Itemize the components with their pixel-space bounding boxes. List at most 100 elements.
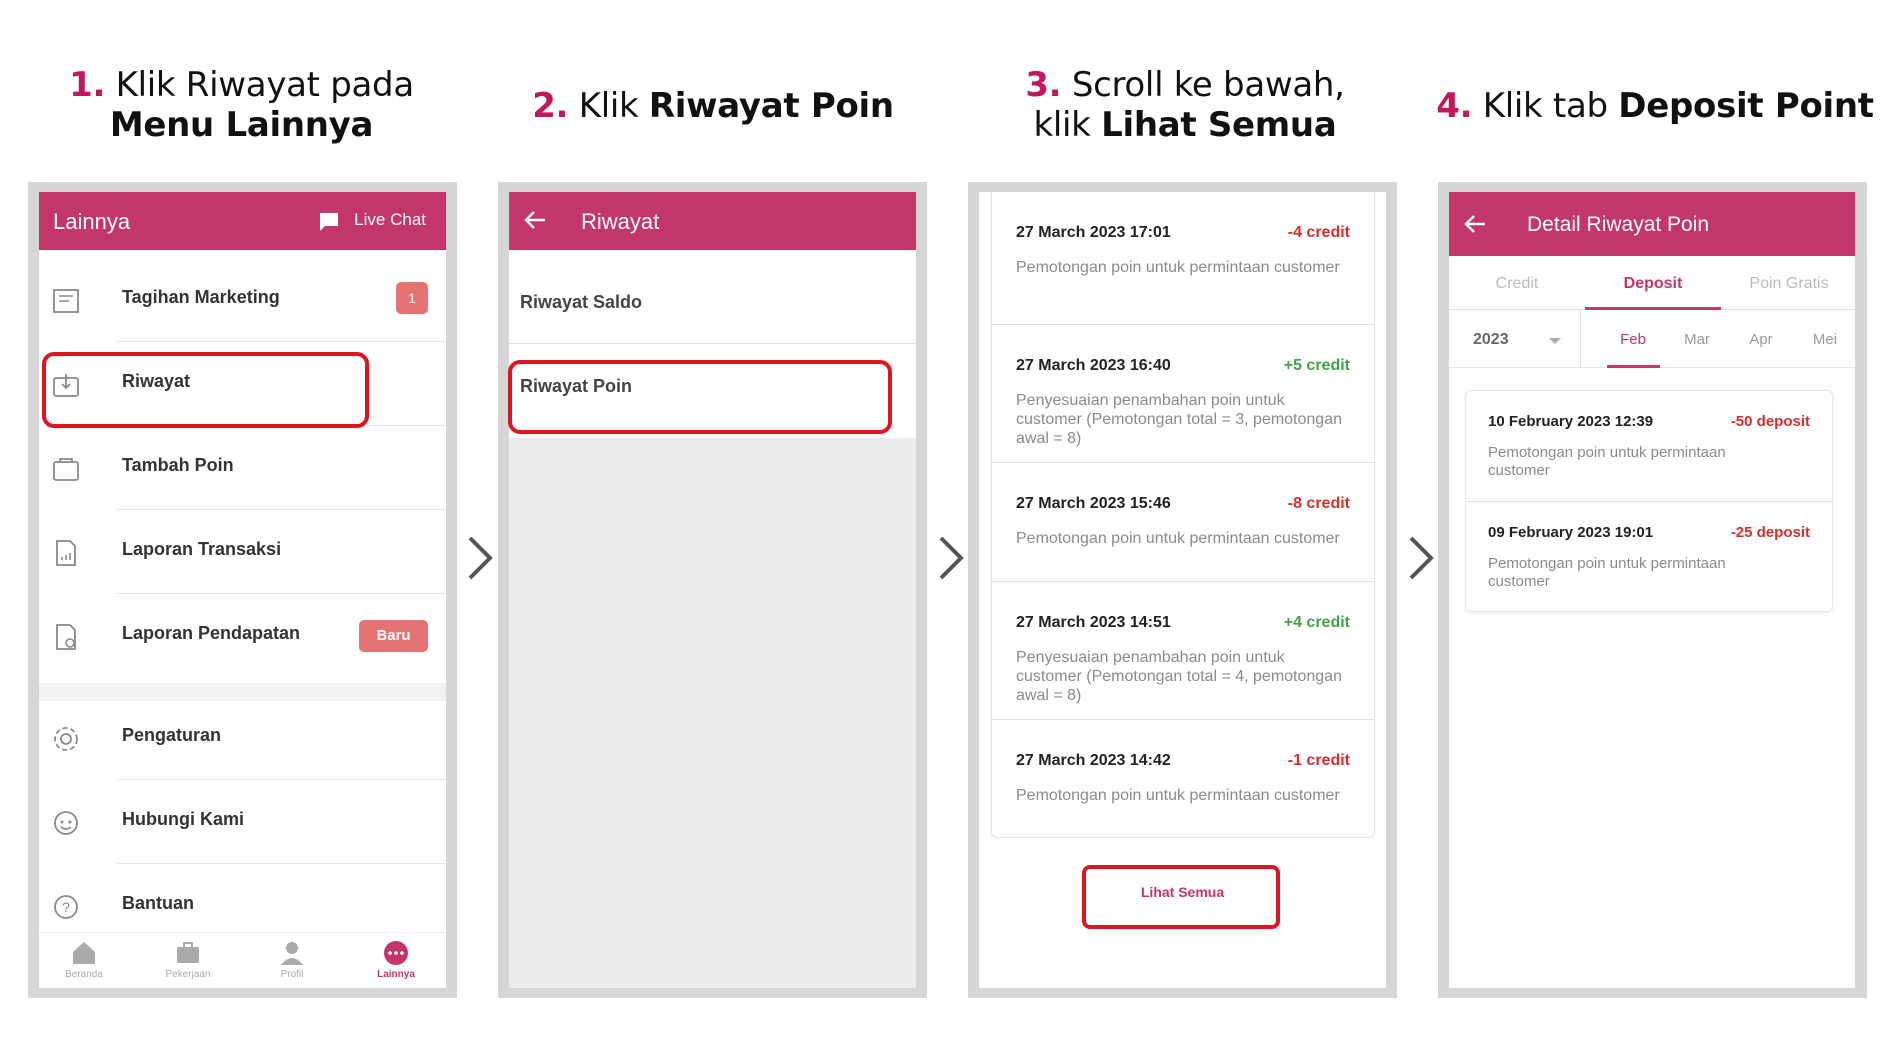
gear-icon [54,727,78,751]
wallet-icon [53,458,79,481]
new-badge: Baru [359,620,428,652]
highlight-riwayat [42,352,369,428]
app-bar-title: Riwayat [581,209,660,234]
step-3-bold-text: Lihat Semua [1101,105,1337,145]
dropdown-arrow-icon [1549,338,1561,344]
deposit-card: 10 February 2023 12:39 -50 deposit Pemot… [1465,390,1833,612]
transaction-row: 27 March 2023 17:01 -4 credit Pemotongan… [992,192,1374,325]
menu-item-laporan-transaksi[interactable]: Laporan Transaksi [39,510,446,594]
step-3-title: 3. Scroll ke bawah, klik Lihat Semua [990,65,1380,145]
menu-item-tambah-poin[interactable]: Tambah Poin [39,426,446,510]
phone-frame-2: Riwayat Riwayat Saldo Riwayat Poin [498,182,927,998]
step-4-bold-text: Deposit Point [1618,86,1874,126]
transaction-row: 27 March 2023 15:46 -8 credit Pemotongan… [992,463,1374,582]
transaction-date: 27 March 2023 15:46 [1016,495,1171,512]
tab-bar: Credit Deposit Poin Gratis [1449,256,1855,310]
transaction-amount: -8 credit [1287,495,1350,512]
list-item-label: Riwayat Saldo [520,292,643,312]
phone-frame-1: Lainnya Live Chat Tagihan Marketing 1 Ri… [28,182,457,998]
deposit-date: 09 February 2023 19:01 [1488,524,1654,541]
home-icon [73,942,95,964]
menu-item-label: Bantuan [122,893,194,913]
nav-pekerjaan[interactable]: Pekerjaan [148,939,228,980]
nav-beranda[interactable]: Beranda [44,939,124,980]
report-icon [56,540,76,566]
transaction-row: 27 March 2023 16:40 +5 credit Penyesuaia… [992,325,1374,463]
transaction-amount: +5 credit [1283,357,1350,374]
active-month-indicator [1607,365,1660,368]
deposit-row: 09 February 2023 19:01 -25 deposit Pemot… [1466,502,1832,613]
menu-item-pengaturan[interactable]: Pengaturan [39,696,446,780]
deposit-amount: -25 deposit [1730,524,1810,541]
nav-label: Lainnya [377,969,415,980]
notification-badge: 1 [396,282,428,314]
deposit-desc: Pemotongan poin untuk permintaan custome… [1488,444,1726,479]
transaction-desc: Penyesuaian penambahan poin untuk custom… [1016,392,1342,447]
back-arrow-icon[interactable] [1463,213,1487,235]
step-2-title: 2. Klik Riwayat Poin [478,86,948,126]
menu-item-label: Tambah Poin [122,455,234,475]
transaction-date: 27 March 2023 14:42 [1016,752,1171,769]
list-item-riwayat-saldo[interactable]: Riwayat Saldo [509,260,916,344]
back-arrow-icon[interactable] [523,209,547,231]
highlight-lihat-semua [1082,865,1280,929]
step-2-number: 2. [532,86,569,126]
phone-frame-4: Detail Riwayat Poin Credit Deposit Poin … [1438,182,1867,998]
menu-item-laporan-pendapatan[interactable]: Laporan Pendapatan Baru [39,594,446,678]
step-2-text: Klik [578,86,649,126]
screen-detail-riwayat-poin: Detail Riwayat Poin Credit Deposit Poin … [1449,192,1855,988]
menu-item-label: Pengaturan [122,725,222,745]
highlight-riwayat-poin [508,360,892,434]
person-icon [281,942,303,965]
transaction-card: 27 March 2023 17:01 -4 credit Pemotongan… [991,192,1375,838]
deposit-row: 10 February 2023 12:39 -50 deposit Pemot… [1466,391,1832,502]
tab-poin-gratis[interactable]: Poin Gratis [1721,275,1855,293]
app-bar: Lainnya Live Chat [39,192,446,250]
menu-item-tagihan-marketing[interactable]: Tagihan Marketing 1 [39,258,446,342]
month-mei[interactable]: Mei [1793,331,1855,348]
transaction-amount: -4 credit [1287,224,1350,241]
step-3-number: 3. [1025,65,1062,105]
step-3-text-2: klik [1033,105,1102,145]
nav-label: Pekerjaan [165,969,211,980]
support-icon [54,811,78,835]
menu-item-hubungi-kami[interactable]: Hubungi Kami [39,780,446,864]
transaction-amount: +4 credit [1283,614,1350,631]
step-2-bold-text: Riwayat Poin [648,86,894,126]
screen-riwayat: Riwayat Riwayat Saldo Riwayat Poin [509,192,916,988]
step-1-number: 1. [69,65,106,105]
chevron-right-icon [468,536,493,580]
live-chat-button[interactable]: Live Chat [320,210,426,234]
step-4-number: 4. [1436,86,1473,126]
transaction-date: 27 March 2023 14:51 [1016,614,1171,631]
step-1-bold-text: Menu Lainnya [109,105,374,145]
month-apr[interactable]: Apr [1729,331,1793,348]
empty-area [509,438,916,988]
month-feb[interactable]: Feb [1601,331,1665,348]
nav-profil[interactable]: Profil [252,939,332,980]
transaction-desc: Pemotongan poin untuk permintaan custome… [1016,259,1340,276]
chevron-right-icon [939,536,964,580]
chevron-right-icon [1409,536,1434,580]
period-filter: 2023 Feb Mar Apr Mei [1449,310,1855,368]
briefcase-icon [177,942,199,963]
transaction-desc: Pemotongan poin untuk permintaan custome… [1016,530,1340,547]
transaction-date: 27 March 2023 16:40 [1016,357,1171,374]
help-icon: ? [54,895,78,919]
step-1-title: 1. Klik Riwayat pada Menu Lainnya [40,65,443,145]
nav-lainnya[interactable]: Lainnya [356,939,436,980]
step-4-text: Klik tab [1482,86,1619,126]
chat-icon [320,213,339,231]
nav-label: Profil [280,969,304,980]
app-bar: Riwayat [509,192,916,250]
tab-deposit[interactable]: Deposit [1585,275,1721,293]
month-mar[interactable]: Mar [1665,331,1729,348]
step-4-title: 4. Klik tab Deposit Point [1425,86,1885,126]
tab-credit[interactable]: Credit [1449,275,1585,293]
year-value: 2023 [1473,331,1509,348]
bottom-navigation: Beranda Pekerjaan Profil Lainnya [39,932,446,988]
nav-label: Beranda [65,969,103,980]
svg-text:?: ? [62,899,70,915]
menu-item-label: Laporan Transaksi [122,539,282,559]
transaction-amount: -1 credit [1287,752,1350,769]
